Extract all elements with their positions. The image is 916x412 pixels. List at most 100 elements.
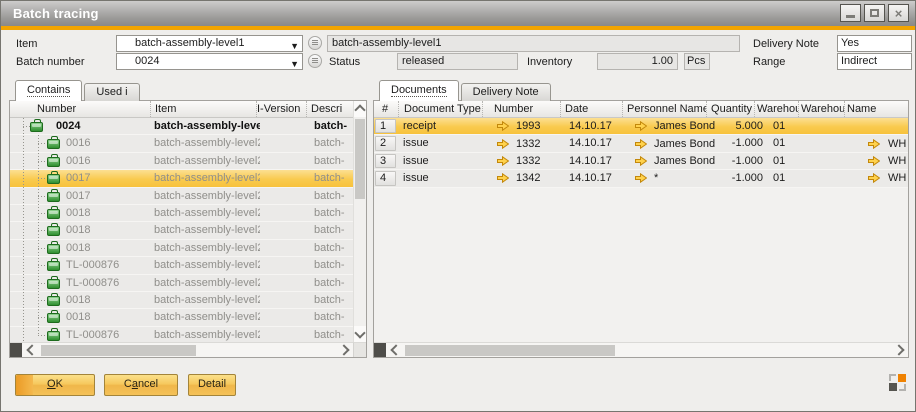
column-header-descri[interactable]: Descri: [306, 101, 353, 117]
tree-row[interactable]: 0018batch-assembly-level2batch-: [10, 292, 353, 309]
row-number-button[interactable]: 3: [375, 154, 396, 168]
batch-number-text: 0016: [66, 153, 90, 169]
tab-contains[interactable]: Contains: [15, 80, 82, 101]
contains-panel: ContainsUsed i NumberItemI-VersionDescri…: [9, 81, 367, 358]
column-header-date[interactable]: Date: [560, 101, 622, 117]
link-arrow-icon[interactable]: [497, 173, 509, 183]
column-header-document-type[interactable]: Document Type: [398, 101, 482, 117]
personnel-name-text: James Bonds: [654, 138, 715, 150]
close-button[interactable]: ×: [888, 4, 909, 22]
vertical-scrollbar[interactable]: [353, 101, 366, 342]
tree-row[interactable]: TL-000876batch-assembly-level2batch-: [10, 275, 353, 292]
link-arrow-icon[interactable]: [635, 156, 647, 166]
document-row[interactable]: 1receipt199314.10.17James Bonds5.00001: [374, 118, 908, 135]
row-number-cell[interactable]: 3: [374, 153, 398, 169]
scroll-down-button[interactable]: [354, 326, 366, 342]
batch-number-choose-list-icon[interactable]: [308, 54, 322, 68]
link-arrow-icon[interactable]: [635, 173, 647, 183]
document-row[interactable]: 2issue133214.10.17James Bonds-1.00001WH: [374, 135, 908, 152]
row-number-cell[interactable]: 4: [374, 170, 398, 186]
link-arrow-icon[interactable]: [868, 139, 880, 149]
horizontal-scrollbar[interactable]: [374, 342, 908, 357]
tree-row[interactable]: 0018batch-assembly-level2batch-: [10, 240, 353, 257]
batch-icon: [47, 157, 60, 167]
tree-row[interactable]: 0024batch-assembly-level1batch-: [10, 118, 353, 135]
tree-row[interactable]: 0018batch-assembly-level2batch-: [10, 222, 353, 239]
tab-documents[interactable]: Documents: [379, 80, 459, 101]
column-header-name[interactable]: Name: [844, 101, 908, 117]
description-cell: batch-: [310, 275, 353, 291]
scroll-up-button[interactable]: [354, 101, 366, 117]
link-arrow-icon[interactable]: [868, 156, 880, 166]
column-header-quantity[interactable]: Quantity: [706, 101, 754, 117]
horizontal-scroll-thumb[interactable]: [405, 345, 615, 356]
horizontal-scroll-thumb[interactable]: [41, 345, 196, 356]
personnel-cell: James Bonds: [631, 135, 715, 151]
batch-number-combo[interactable]: 0024 ▼: [116, 53, 303, 70]
column-header-item[interactable]: Item: [150, 101, 256, 117]
batch-number-dropdown-icon[interactable]: ▼: [290, 57, 299, 70]
column-header-warehous[interactable]: Warehous: [798, 101, 844, 117]
item-combo[interactable]: batch-assembly-level1 ▼: [116, 35, 303, 52]
scroll-right-button[interactable]: [891, 343, 908, 357]
link-arrow-icon[interactable]: [868, 173, 880, 183]
item-link-arrow-icon[interactable]: [119, 39, 131, 49]
detail-button[interactable]: Detail: [188, 374, 236, 396]
tab-used-i[interactable]: Used i: [84, 83, 139, 101]
row-number-cell[interactable]: 2: [374, 135, 398, 151]
scroll-left-button[interactable]: [22, 343, 39, 357]
column-header-number[interactable]: Number: [10, 101, 150, 117]
item-cell: batch-assembly-level1: [150, 118, 260, 134]
batch-number-text: 0018: [66, 292, 90, 308]
tree-row[interactable]: TL-000876batch-assembly-level2batch-: [10, 257, 353, 274]
scroll-right-button[interactable]: [336, 343, 353, 357]
link-arrow-icon[interactable]: [497, 156, 509, 166]
vertical-scroll-thumb[interactable]: [355, 119, 365, 199]
column-header-number[interactable]: Number: [482, 101, 560, 117]
row-number-button[interactable]: 1: [375, 119, 396, 133]
tree-row[interactable]: 0016batch-assembly-level2batch-: [10, 135, 353, 152]
document-number-cell: 1342: [487, 170, 565, 186]
delivery-note-field[interactable]: Yes: [837, 35, 912, 52]
minimize-button[interactable]: [840, 4, 861, 22]
item-dropdown-icon[interactable]: ▼: [290, 39, 299, 52]
tree-guide-stub: [38, 178, 47, 179]
expand-form-icon[interactable]: [889, 374, 906, 391]
expand-corner-tr: [898, 374, 906, 382]
warehouse-name-text: WH: [888, 155, 906, 167]
column-header-i-version[interactable]: I-Version: [256, 101, 306, 117]
warehouse-name-cell: WH: [863, 135, 908, 151]
scrollbar-corner-block: [10, 343, 22, 357]
column-header-personnel-name[interactable]: Personnel Name: [622, 101, 706, 117]
tab-delivery-note[interactable]: Delivery Note: [461, 83, 551, 101]
tree-row[interactable]: 0016batch-assembly-level2batch-: [10, 153, 353, 170]
link-arrow-icon[interactable]: [497, 121, 509, 131]
link-arrow-icon[interactable]: [635, 139, 647, 149]
tree-row[interactable]: TL-000876batch-assembly-level2batch-: [10, 327, 353, 342]
documents-rows: 1receipt199314.10.17James Bonds5.000012i…: [374, 118, 908, 342]
row-number-button[interactable]: 2: [375, 136, 396, 150]
tree-row[interactable]: 0018batch-assembly-level2batch-: [10, 205, 353, 222]
horizontal-scrollbar[interactable]: [10, 342, 353, 357]
batch-icon: [47, 279, 60, 289]
batch-number-link-arrow-icon[interactable]: [119, 57, 131, 67]
tree-number-cell: 0018: [10, 292, 150, 308]
tree-row[interactable]: 0018batch-assembly-level2batch-: [10, 309, 353, 326]
column-header-warehous[interactable]: Warehous: [754, 101, 798, 117]
tree-guide-stub: [38, 265, 47, 266]
maximize-button[interactable]: [864, 4, 885, 22]
range-field[interactable]: Indirect: [837, 53, 912, 70]
document-row[interactable]: 4issue134214.10.17*-1.00001WH: [374, 170, 908, 187]
link-arrow-icon[interactable]: [635, 121, 647, 131]
link-arrow-icon[interactable]: [497, 139, 509, 149]
row-number-cell[interactable]: 1: [374, 118, 398, 134]
cancel-button[interactable]: Cancel: [104, 374, 178, 396]
column-header--[interactable]: #: [374, 101, 398, 117]
ok-button[interactable]: OK: [15, 374, 95, 396]
scroll-left-button[interactable]: [386, 343, 403, 357]
tree-row[interactable]: 0017batch-assembly-level2batch-: [10, 170, 353, 187]
tree-row[interactable]: 0017batch-assembly-level2batch-: [10, 188, 353, 205]
row-number-button[interactable]: 4: [375, 171, 396, 185]
document-row[interactable]: 3issue133214.10.17James Bonds-1.00001WH: [374, 153, 908, 170]
item-choose-list-icon[interactable]: [308, 36, 322, 50]
